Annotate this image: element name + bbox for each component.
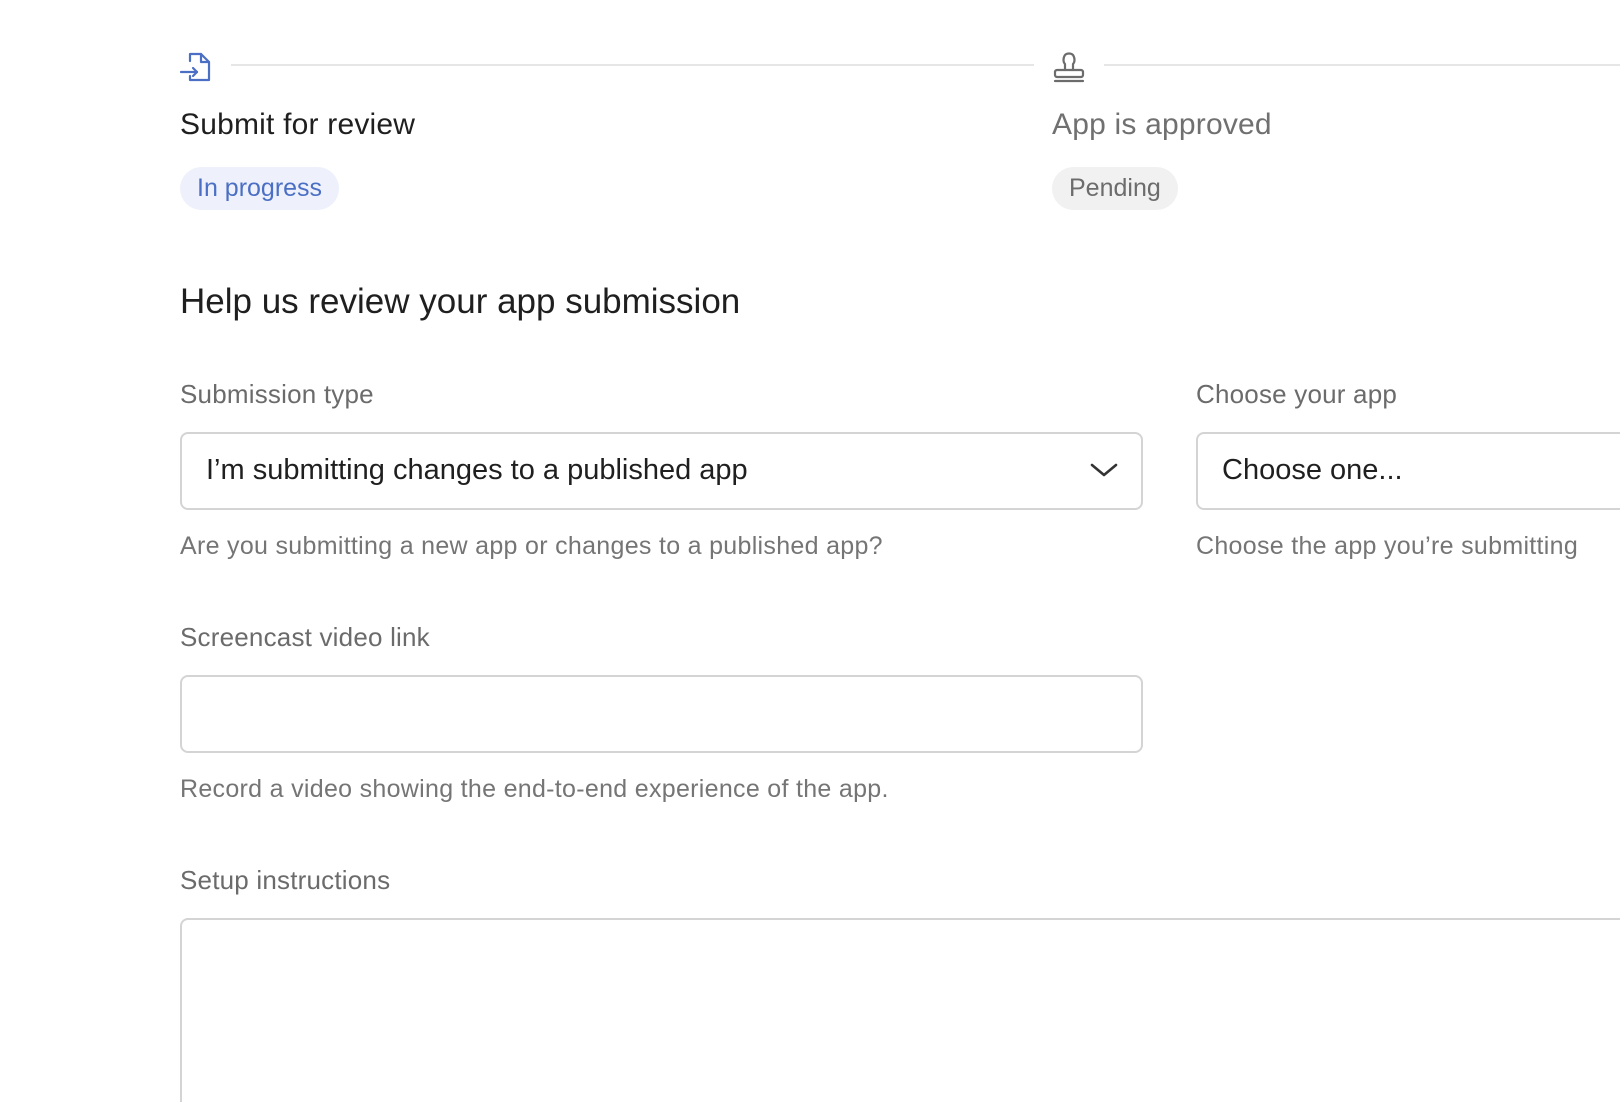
stepper-connector <box>1104 64 1620 66</box>
choose-app-select[interactable]: Choose one... <box>1196 432 1620 510</box>
submission-type-help: Are you submitting a new app or changes … <box>180 532 883 560</box>
submission-type-select[interactable]: I’m submitting changes to a published ap… <box>180 432 1143 510</box>
choose-app-help: Choose the app you’re submitting <box>1196 532 1579 560</box>
file-export-icon <box>179 50 214 84</box>
app-submission-page: Submit for review In progress App is app… <box>0 0 1620 1102</box>
setup-instructions-label: Setup instructions <box>180 865 391 895</box>
step-title: App is approved <box>1052 108 1272 141</box>
screencast-help: Record a video showing the end-to-end ex… <box>180 775 889 803</box>
chevron-down-icon <box>1089 458 1119 482</box>
stepper-connector <box>231 64 1034 66</box>
screencast-video-input[interactable] <box>180 675 1143 753</box>
status-badge: Pending <box>1052 167 1178 210</box>
submission-type-label: Submission type <box>180 379 374 409</box>
select-value: Choose one... <box>1222 454 1403 486</box>
step-title: Submit for review <box>180 108 416 141</box>
setup-instructions-textarea[interactable] <box>180 918 1620 1102</box>
screencast-label: Screencast video link <box>180 622 430 652</box>
page-title: Help us review your app submission <box>180 282 741 321</box>
stamp-icon <box>1052 50 1086 84</box>
select-value: I’m submitting changes to a published ap… <box>206 454 748 486</box>
status-badge: In progress <box>180 167 340 210</box>
choose-app-label: Choose your app <box>1196 379 1398 409</box>
